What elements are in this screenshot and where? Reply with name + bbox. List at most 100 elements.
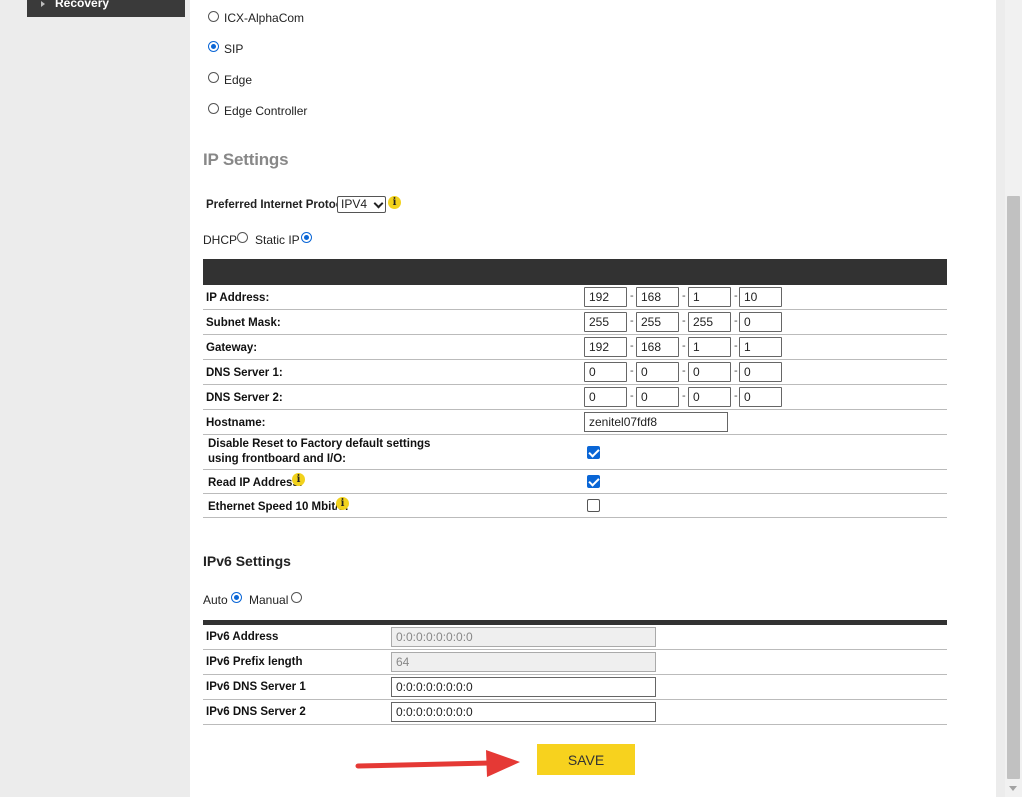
ipv6-manual-radio[interactable]	[291, 592, 302, 603]
octet-separator: -	[682, 340, 686, 352]
ipv6-dns-server-1-label: IPv6 DNS Server 1	[206, 681, 306, 693]
ipv6-prefix-length-input[interactable]: 64	[391, 652, 656, 672]
disable-reset-label-line-2: using frontboard and I/O:	[208, 453, 346, 465]
dns-server-1-octet-3[interactable]: 0	[688, 362, 731, 382]
table-row: DNS Server 1: 0 - 0 - 0 - 0	[203, 360, 947, 385]
scroll-down-arrow-icon[interactable]	[1009, 786, 1017, 791]
dns-server-2-octet-3[interactable]: 0	[688, 387, 731, 407]
octet-separator: -	[630, 365, 634, 377]
octet-separator: -	[682, 390, 686, 402]
table-row: IP Address: 192 - 168 - 1 - 10	[203, 285, 947, 310]
octet-separator: -	[734, 290, 738, 302]
dns-server-1-label: DNS Server 1:	[206, 367, 283, 379]
table-row: Hostname: zenitel07fdf8	[203, 410, 947, 435]
hostname-input[interactable]: zenitel07fdf8	[584, 412, 728, 432]
ipv6-auto-radio[interactable]	[231, 592, 242, 603]
ip-address-octet-1[interactable]: 192	[584, 287, 627, 307]
subnet-mask-octet-3[interactable]: 255	[688, 312, 731, 332]
ip-address-label: IP Address:	[206, 292, 270, 304]
dhcp-radio[interactable]	[237, 232, 248, 243]
gateway-octet-2[interactable]: 168	[636, 337, 679, 357]
gateway-octet-4[interactable]: 1	[739, 337, 782, 357]
preferred-protocol-select[interactable]: IPV4	[337, 196, 386, 213]
octet-separator: -	[630, 315, 634, 327]
dns-server-2-label: DNS Server 2:	[206, 392, 283, 404]
table-row: IPv6 Address 0:0:0:0:0:0:0:0	[203, 625, 947, 650]
mode-label-sip: SIP	[224, 42, 244, 56]
ipv6-settings-title: IPv6 Settings	[203, 553, 291, 569]
ip-table-header	[203, 259, 947, 285]
octet-separator: -	[734, 340, 738, 352]
mode-label-icx-alphacom: ICX-AlphaCom	[224, 11, 305, 25]
dns-server-1-octet-2[interactable]: 0	[636, 362, 679, 382]
octet-separator: -	[682, 290, 686, 302]
ipv6-dns-server-2-label: IPv6 DNS Server 2	[206, 706, 306, 718]
table-row: Disable Reset to Factory default setting…	[203, 435, 947, 470]
ethernet-speed-label: Ethernet Speed 10 Mbit/s:	[208, 501, 349, 513]
ipv6-auto-label: Auto	[203, 593, 228, 607]
octet-separator: -	[682, 365, 686, 377]
hostname-label: Hostname:	[206, 417, 266, 429]
dns-server-2-octet-1[interactable]: 0	[584, 387, 627, 407]
ipv6-manual-label: Manual	[249, 593, 289, 607]
preferred-protocol-label: Preferred Internet Protocol	[206, 199, 353, 211]
save-button[interactable]: SAVE	[537, 744, 635, 775]
dns-server-2-octet-4[interactable]: 0	[739, 387, 782, 407]
caret-right-icon	[41, 1, 45, 7]
vertical-scrollbar[interactable]	[1005, 0, 1022, 797]
ipv6-address-input[interactable]: 0:0:0:0:0:0:0:0	[391, 627, 656, 647]
disable-reset-label-line-1: Disable Reset to Factory default setting…	[208, 438, 431, 450]
subnet-mask-octet-4[interactable]: 0	[739, 312, 782, 332]
gateway-label: Gateway:	[206, 342, 258, 354]
subnet-mask-octet-2[interactable]: 255	[636, 312, 679, 332]
octet-separator: -	[734, 390, 738, 402]
table-row: Read IP Address: i	[203, 470, 947, 494]
mode-radio-edge[interactable]	[208, 72, 219, 83]
dhcp-label: DHCP	[203, 233, 238, 247]
table-row: IPv6 Prefix length 64	[203, 650, 947, 675]
static-ip-label: Static IP	[255, 233, 300, 247]
ethernet-speed-checkbox[interactable]	[587, 499, 600, 512]
table-row: IPv6 DNS Server 2 0:0:0:0:0:0:0:0	[203, 700, 947, 725]
sidebar-item-recovery[interactable]: Recovery	[27, 0, 185, 17]
mode-radio-sip[interactable]	[208, 41, 219, 52]
static-ip-radio[interactable]	[301, 232, 312, 243]
ipv6-prefix-length-label: IPv6 Prefix length	[206, 656, 303, 668]
gateway-octet-3[interactable]: 1	[688, 337, 731, 357]
ipv6-dns-server-2-input[interactable]: 0:0:0:0:0:0:0:0	[391, 702, 656, 722]
ip-address-octet-2[interactable]: 168	[636, 287, 679, 307]
info-icon[interactable]: i	[336, 497, 349, 510]
ipv6-address-label: IPv6 Address	[206, 631, 279, 643]
table-row: Subnet Mask: 255 - 255 - 255 - 0	[203, 310, 947, 335]
mode-label-edge-controller: Edge Controller	[224, 104, 308, 118]
dns-server-1-octet-1[interactable]: 0	[584, 362, 627, 382]
table-row: IPv6 DNS Server 1 0:0:0:0:0:0:0:0	[203, 675, 947, 700]
octet-separator: -	[630, 390, 634, 402]
octet-separator: -	[630, 340, 634, 352]
info-icon[interactable]: i	[388, 196, 401, 209]
gateway-octet-1[interactable]: 192	[584, 337, 627, 357]
mode-radio-edge-controller[interactable]	[208, 103, 219, 114]
sidebar-item-label: Recovery	[55, 0, 110, 10]
table-row: Gateway: 192 - 168 - 1 - 1	[203, 335, 947, 360]
preferred-protocol-value: IPV4	[341, 197, 368, 211]
read-ip-address-checkbox[interactable]	[587, 475, 600, 488]
ipv6-dns-server-1-input[interactable]: 0:0:0:0:0:0:0:0	[391, 677, 656, 697]
mode-label-edge: Edge	[224, 73, 253, 87]
chevron-down-icon	[373, 198, 384, 209]
disable-reset-checkbox[interactable]	[587, 446, 600, 459]
info-icon[interactable]: i	[292, 473, 305, 486]
mode-radio-icx-alphacom[interactable]	[208, 11, 219, 22]
read-ip-address-label: Read IP Address:	[208, 477, 303, 489]
scrollbar-thumb[interactable]	[1007, 196, 1020, 779]
main-content: ICX-AlphaCom SIP Edge Edge Controller IP…	[190, 0, 996, 797]
dns-server-2-octet-2[interactable]: 0	[636, 387, 679, 407]
ip-address-octet-3[interactable]: 1	[688, 287, 731, 307]
subnet-mask-octet-1[interactable]: 255	[584, 312, 627, 332]
ip-address-octet-4[interactable]: 10	[739, 287, 782, 307]
dns-server-1-octet-4[interactable]: 0	[739, 362, 782, 382]
octet-separator: -	[630, 290, 634, 302]
octet-separator: -	[682, 315, 686, 327]
table-row: Ethernet Speed 10 Mbit/s: i	[203, 494, 947, 518]
octet-separator: -	[734, 315, 738, 327]
